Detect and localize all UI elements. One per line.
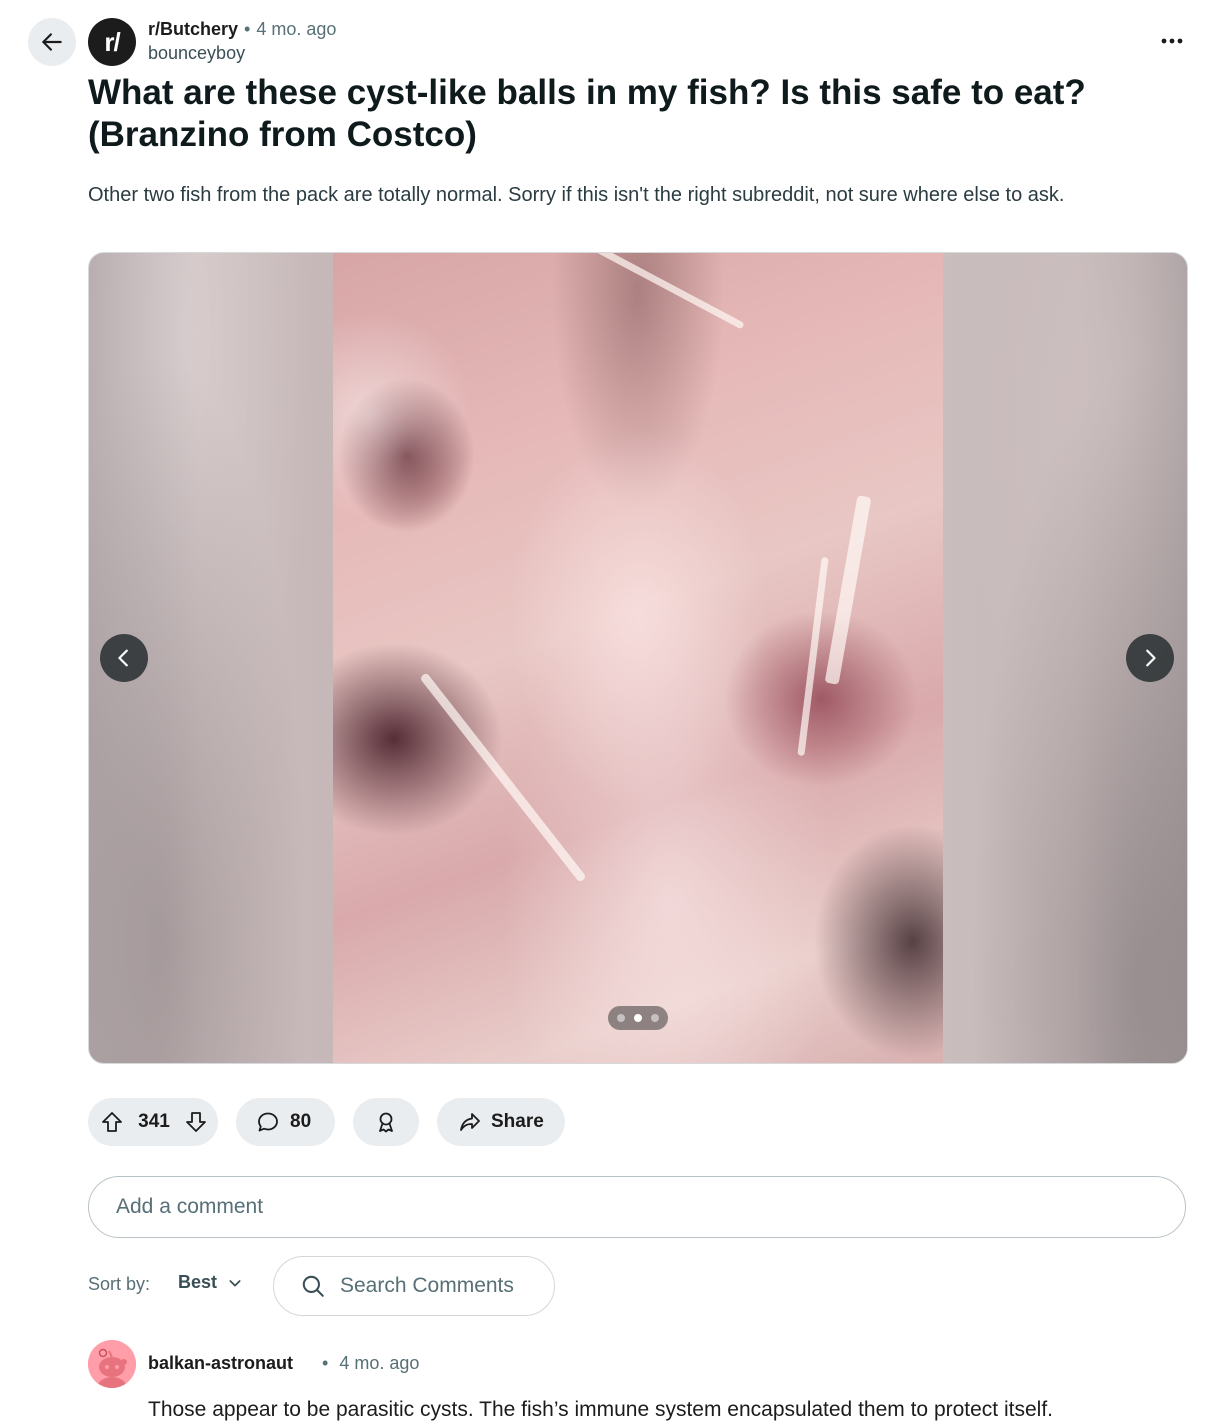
share-icon [460,1113,480,1131]
image-detail [591,253,745,330]
more-horizontal-icon [1161,38,1183,44]
comment-bubble-icon [258,1112,278,1132]
image-detail [419,672,587,883]
sort-value: Best [178,1272,218,1292]
post-meta: r/Butchery • 4 mo. ago [148,19,336,40]
post-body: Other two fish from the pack are totally… [88,184,1065,206]
comment-count: 80 [290,1111,312,1132]
arrow-left-icon [42,33,62,51]
upvote-icon[interactable] [100,1110,124,1134]
downvote-icon[interactable] [184,1110,208,1134]
vote-bar: 341 [88,1098,218,1146]
chevron-right-icon [1146,649,1156,667]
subreddit-avatar-text: r/ [104,26,120,57]
post-title: What are these cyst-like balls in my fis… [88,73,1086,154]
share-label: Share [491,1111,544,1132]
comment-body: Those appear to be parasitic cysts. The … [148,1398,1053,1421]
page-dot[interactable] [617,1014,625,1022]
search-comments-box[interactable] [273,1256,555,1316]
comment-meta: • 4 mo. ago [322,1353,419,1374]
search-icon [302,1275,324,1297]
subreddit-avatar[interactable]: r/ [88,18,136,66]
image-gallery[interactable] [88,252,1188,1064]
back-button[interactable] [28,18,76,66]
image-detail [824,495,872,685]
comment-time: 4 mo. ago [339,1353,420,1373]
award-icon [379,1112,393,1133]
gallery-next-button[interactable] [1126,634,1174,682]
comments-button[interactable]: 80 [236,1098,335,1146]
snoo-avatar-icon [88,1340,136,1388]
image-detail [797,556,829,757]
subreddit-link[interactable]: r/Butchery [148,19,238,40]
page-dot[interactable] [651,1014,659,1022]
add-comment-input[interactable] [114,1194,1118,1220]
commenter-avatar[interactable] [88,1340,136,1388]
sort-dropdown[interactable]: Best [178,1272,243,1293]
comment-author[interactable]: balkan-astronaut [148,1353,293,1374]
page-dot-active[interactable] [634,1014,642,1022]
sort-label: Sort by: [88,1274,151,1294]
meta-separator: • [244,19,251,39]
chevron-left-icon [118,649,128,667]
share-button[interactable]: Share [437,1098,565,1146]
award-button[interactable] [353,1098,419,1146]
gallery-prev-button[interactable] [100,634,148,682]
gallery-pagination [608,1006,668,1030]
post-time: 4 mo. ago [256,19,337,39]
more-options-button[interactable] [1154,26,1190,56]
add-comment-box[interactable] [88,1176,1186,1238]
search-comments-input[interactable] [338,1273,542,1299]
chevron-down-icon [229,1279,241,1287]
comment-separator: • [322,1353,329,1373]
gallery-image[interactable] [333,253,943,1063]
vote-count: 341 [138,1111,170,1132]
post-author[interactable]: bounceyboy [148,43,245,64]
